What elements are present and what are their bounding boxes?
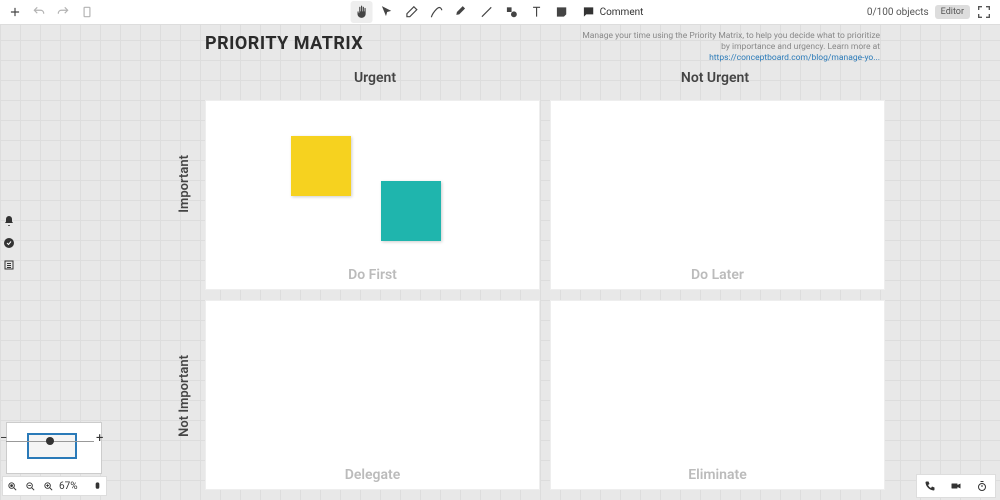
board-description-link[interactable]: https://conceptboard.com/blog/manage-yo.… [709, 53, 880, 63]
comment-icon [582, 5, 596, 19]
phone-icon[interactable] [917, 475, 943, 497]
line-tool-icon[interactable] [476, 1, 498, 23]
zoom-in-slider[interactable]: + [96, 431, 103, 446]
undo-button[interactable] [28, 1, 50, 23]
priority-matrix: Urgent Not Urgent Important Not Importan… [205, 70, 885, 480]
zoom-slider[interactable] [6, 441, 94, 442]
check-circle-icon[interactable] [1, 232, 17, 254]
top-toolbar: Comment 0/100 objects Editor [0, 0, 1000, 25]
comment-label: Comment [600, 7, 644, 18]
left-rail [0, 210, 18, 276]
board-description: Manage your time using the Priority Matr… [580, 31, 880, 64]
sticky-note-teal[interactable] [381, 181, 441, 241]
cell-eliminate[interactable]: Eliminate [550, 300, 885, 490]
col-header-urgent: Urgent [205, 70, 545, 100]
bottom-right-controls [916, 474, 996, 498]
text-tool-icon[interactable] [526, 1, 548, 23]
object-count: 0/100 objects [867, 7, 929, 18]
cell-delegate[interactable]: Delegate [205, 300, 540, 490]
zoom-controls: 67% [2, 476, 107, 496]
zoom-in-icon[interactable] [39, 477, 57, 495]
row-header-not-important: Not Important [177, 355, 192, 437]
board-description-text: Manage your time using the Priority Matr… [582, 31, 880, 52]
board-title: PRIORITY MATRIX [205, 33, 363, 54]
row-header-important: Important [177, 155, 192, 213]
select-tool-icon[interactable] [376, 1, 398, 23]
paste-button[interactable] [76, 1, 98, 23]
comment-button[interactable]: Comment [576, 5, 650, 19]
minimap[interactable] [6, 422, 102, 474]
hand-tool-icon[interactable] [351, 1, 373, 23]
mouse-mode-icon[interactable] [88, 477, 106, 495]
zoom-percent[interactable]: 67% [57, 481, 80, 492]
pen-tool-icon[interactable] [426, 1, 448, 23]
zoom-out-icon[interactable] [21, 477, 39, 495]
add-button[interactable] [4, 1, 26, 23]
editor-badge[interactable]: Editor [935, 5, 970, 19]
timer-icon[interactable] [969, 475, 995, 497]
fullscreen-icon[interactable] [976, 4, 992, 20]
cell-do-later[interactable]: Do Later [550, 100, 885, 290]
cell-label: Do Later [551, 267, 884, 283]
shape-tool-icon[interactable] [501, 1, 523, 23]
eraser-tool-icon[interactable] [401, 1, 423, 23]
sticky-tool-icon[interactable] [551, 1, 573, 23]
list-icon[interactable] [1, 254, 17, 276]
col-header-not-urgent: Not Urgent [545, 70, 885, 100]
cell-label: Do First [206, 267, 539, 283]
sticky-note-yellow[interactable] [291, 136, 351, 196]
cell-label: Eliminate [551, 467, 884, 483]
bell-icon[interactable] [1, 210, 17, 232]
cell-label: Delegate [206, 467, 539, 483]
fit-to-screen-icon[interactable] [3, 477, 21, 495]
zoom-out-slider[interactable]: − [0, 431, 7, 446]
cell-do-first[interactable]: Do First [205, 100, 540, 290]
video-icon[interactable] [943, 475, 969, 497]
redo-button[interactable] [52, 1, 74, 23]
marker-tool-icon[interactable] [451, 1, 473, 23]
